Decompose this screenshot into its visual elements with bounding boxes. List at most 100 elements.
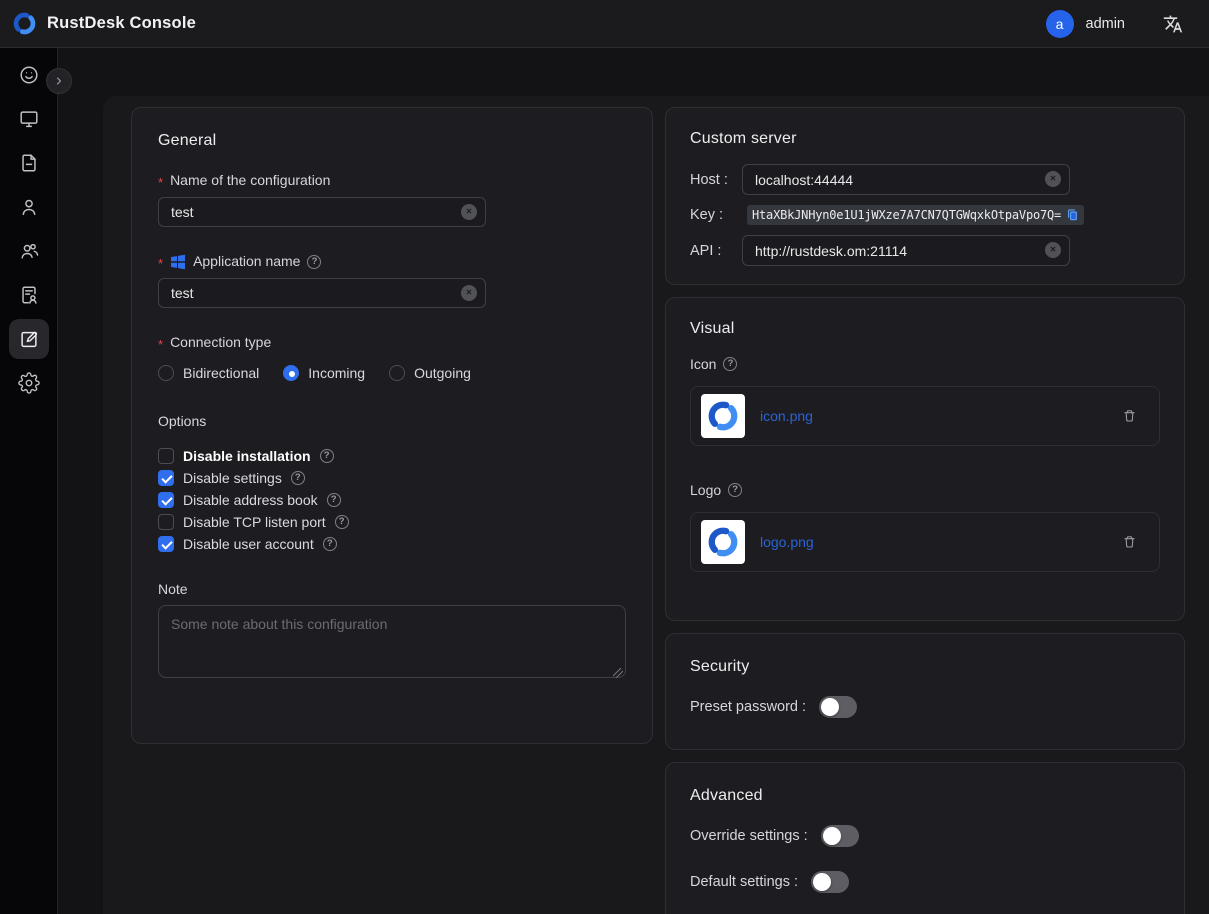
- default-settings-toggle[interactable]: [811, 871, 849, 893]
- smiley-icon: [18, 64, 40, 86]
- help-icon[interactable]: ?: [323, 537, 337, 551]
- preset-password-row: Preset password :: [690, 696, 1160, 718]
- trash-icon[interactable]: [1122, 408, 1137, 424]
- app-name-label: * Application name ?: [158, 253, 626, 270]
- clear-icon[interactable]: ✕: [461, 285, 477, 301]
- preset-password-toggle[interactable]: [819, 696, 857, 718]
- host-input[interactable]: [742, 164, 1070, 195]
- config-name-label: * Name of the configuration: [158, 172, 626, 189]
- logo-file-link[interactable]: logo.png: [760, 534, 814, 550]
- option-disable-tcp-listen-port: Disable TCP listen port ?: [158, 511, 626, 533]
- help-icon[interactable]: ?: [728, 483, 742, 497]
- key-label: Key :: [690, 207, 742, 223]
- visual-title: Visual: [690, 320, 1160, 338]
- note-textarea[interactable]: [158, 605, 626, 678]
- resize-handle[interactable]: [613, 668, 623, 678]
- clear-icon[interactable]: ✕: [1045, 242, 1061, 258]
- app-name-input[interactable]: [158, 278, 486, 308]
- radio-icon: [389, 365, 405, 381]
- checkbox[interactable]: [158, 514, 174, 530]
- option-disable-address-book: Disable address book ?: [158, 489, 626, 511]
- custom-server-title: Custom server: [690, 130, 1160, 148]
- checkbox[interactable]: [158, 470, 174, 486]
- icon-label: Icon ?: [690, 356, 1160, 372]
- checkbox[interactable]: [158, 536, 174, 552]
- preset-password-label: Preset password :: [690, 699, 806, 715]
- advanced-title: Advanced: [690, 787, 1160, 805]
- sidebar-item-sessions[interactable]: [9, 143, 49, 183]
- radio-bidirectional[interactable]: Bidirectional: [158, 365, 259, 381]
- override-settings-label: Override settings :: [690, 828, 808, 844]
- radio-incoming[interactable]: Incoming: [283, 365, 365, 381]
- help-icon[interactable]: ?: [307, 255, 321, 269]
- translate-icon[interactable]: [1163, 14, 1183, 34]
- api-label: API :: [690, 243, 742, 259]
- options-label: Options: [158, 413, 626, 429]
- radio-icon: [283, 365, 299, 381]
- security-title: Security: [690, 658, 1160, 676]
- connection-type-label: * Connection type: [158, 334, 626, 351]
- server-key-value: HtaXBkJNHyn0e1U1jWXze7A7CN7QTGWqxkOtpaVp…: [752, 208, 1061, 222]
- help-icon[interactable]: ?: [723, 357, 737, 371]
- username[interactable]: admin: [1086, 16, 1126, 32]
- help-icon[interactable]: ?: [335, 515, 349, 529]
- sidebar-item-settings[interactable]: [9, 363, 49, 403]
- custom-server-panel: Custom server Host : ✕ Key : HtaXBkJNHyn…: [665, 107, 1185, 285]
- clear-icon[interactable]: ✕: [1045, 171, 1061, 187]
- user-icon: [18, 196, 40, 218]
- override-settings-row: Override settings :: [690, 825, 1160, 847]
- rustdesk-logo-icon: [11, 10, 38, 37]
- help-icon[interactable]: ?: [320, 449, 334, 463]
- document-icon: [18, 152, 40, 174]
- copy-icon[interactable]: [1066, 208, 1079, 222]
- content-card: General * Name of the configuration ✕ * …: [103, 96, 1209, 914]
- general-panel: General * Name of the configuration ✕ * …: [131, 107, 653, 744]
- required-marker: *: [158, 336, 163, 353]
- sidebar-expand-button[interactable]: [46, 68, 72, 94]
- default-settings-row: Default settings :: [690, 871, 1160, 893]
- advanced-panel: Advanced Override settings : Default set…: [665, 762, 1185, 914]
- trash-icon[interactable]: [1122, 534, 1137, 550]
- avatar[interactable]: a: [1046, 10, 1074, 38]
- audit-log-icon: [18, 284, 40, 306]
- visual-panel: Visual Icon ? icon.png Logo: [665, 297, 1185, 621]
- sidebar-item-configurations[interactable]: [9, 319, 49, 359]
- api-input[interactable]: [742, 235, 1070, 266]
- sidebar-item-audit[interactable]: [9, 275, 49, 315]
- toggle-knob: [823, 827, 841, 845]
- chevron-right-icon: [52, 74, 66, 88]
- note-label: Note: [158, 581, 626, 597]
- clear-icon[interactable]: ✕: [461, 204, 477, 220]
- topbar: RustDesk Console a admin: [0, 0, 1209, 48]
- toggle-knob: [821, 698, 839, 716]
- general-panel-title: General: [158, 132, 626, 150]
- host-label: Host :: [690, 172, 742, 188]
- icon-thumbnail: [701, 394, 745, 438]
- toggle-knob: [813, 873, 831, 891]
- logo-thumbnail: [701, 520, 745, 564]
- sidebar-item-groups[interactable]: [9, 231, 49, 271]
- logo-upload-row: logo.png: [690, 512, 1160, 572]
- sidebar-item-users[interactable]: [9, 187, 49, 227]
- checkbox[interactable]: [158, 448, 174, 464]
- override-settings-toggle[interactable]: [821, 825, 859, 847]
- option-disable-installation: Disable installation ?: [158, 445, 626, 467]
- users-icon: [18, 240, 40, 262]
- checkbox[interactable]: [158, 492, 174, 508]
- sidebar-item-dashboard[interactable]: [9, 55, 49, 95]
- monitor-icon: [18, 108, 40, 130]
- sidebar: [0, 48, 58, 914]
- radio-outgoing[interactable]: Outgoing: [389, 365, 471, 381]
- brand: RustDesk Console: [11, 10, 196, 37]
- help-icon[interactable]: ?: [327, 493, 341, 507]
- security-panel: Security Preset password :: [665, 633, 1185, 750]
- app-title: RustDesk Console: [47, 14, 196, 33]
- help-icon[interactable]: ?: [291, 471, 305, 485]
- icon-file-link[interactable]: icon.png: [760, 408, 813, 424]
- config-name-input[interactable]: [158, 197, 486, 227]
- radio-icon: [158, 365, 174, 381]
- icon-upload-row: icon.png: [690, 386, 1160, 446]
- connection-type-group: Bidirectional Incoming Outgoing: [158, 365, 626, 381]
- option-disable-settings: Disable settings ?: [158, 467, 626, 489]
- sidebar-item-devices[interactable]: [9, 99, 49, 139]
